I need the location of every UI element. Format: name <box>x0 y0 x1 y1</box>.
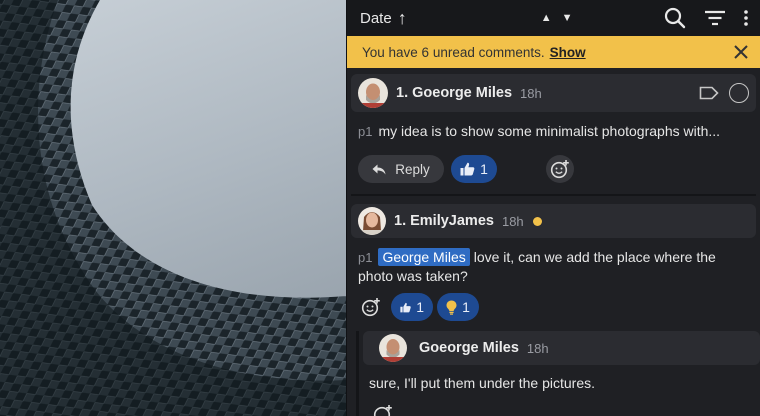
comment-time: 18h <box>520 85 542 101</box>
comment-actions <box>363 393 760 416</box>
page-tag: p1 <box>358 250 373 265</box>
comment-body: sure, I'll put them under the pictures. <box>363 365 760 393</box>
reaction-count: 1 <box>416 299 424 315</box>
close-icon[interactable] <box>734 45 748 59</box>
reply-label: Reply <box>395 161 430 177</box>
show-unread-link[interactable]: Show <box>550 45 586 60</box>
comment-time: 18h <box>501 213 524 229</box>
resolve-circle-button[interactable] <box>729 83 749 103</box>
add-emoji-icon <box>361 298 380 317</box>
sort-direction-icon: ↑ <box>397 7 407 28</box>
comment-thread: 1. Goeorge Miles 18h p1 my idea is to sho… <box>347 68 760 196</box>
reaction-count: 1 <box>480 161 488 177</box>
reaction-lightbulb[interactable]: 1 <box>437 293 479 321</box>
page-tag: p1 <box>358 124 373 139</box>
comment-header: 1. EmilyJames 18h <box>351 204 756 238</box>
comment-text: my idea is to show some minimalist photo… <box>378 123 721 139</box>
comment-text: sure, I'll put them under the pictures. <box>369 375 596 391</box>
banner-message: You have 6 unread comments. <box>362 44 545 60</box>
reaction-count: 1 <box>462 299 470 315</box>
comment-time: 18h <box>526 340 549 356</box>
comment-actions: Reply 1 <box>351 141 756 183</box>
avatar <box>358 207 386 235</box>
comment-author[interactable]: 1. Goeorge Miles <box>396 85 512 101</box>
sort-control[interactable]: Date ↑ <box>360 8 407 29</box>
add-reaction-button[interactable] <box>546 155 574 183</box>
sort-label: Date <box>360 9 392 27</box>
architecture-photo <box>0 0 346 416</box>
reply-arrow-icon <box>372 164 386 174</box>
comment-header: 1. Goeorge Miles 18h <box>351 74 756 112</box>
comment-body: p1 my idea is to show some minimalist pho… <box>351 112 756 141</box>
thumbs-up-icon <box>400 302 411 312</box>
comment-author[interactable]: 1. EmilyJames <box>394 213 494 229</box>
more-icon[interactable] <box>744 10 748 26</box>
add-emoji-icon <box>373 405 392 416</box>
arrow-down-icon[interactable]: ▼ <box>562 12 573 24</box>
filter-icon[interactable] <box>704 9 726 27</box>
building-facade-graphic <box>0 0 346 416</box>
avatar <box>358 78 388 108</box>
reply-button[interactable]: Reply <box>358 155 444 183</box>
avatar <box>379 334 407 362</box>
comment-body: p1 George Miles love it, can we add the pl… <box>351 238 756 286</box>
comment-thread: 1. EmilyJames 18h p1 George Miles love it,… <box>347 196 760 321</box>
unread-banner: You have 6 unread comments. Show <box>347 36 760 68</box>
reply-thread: Goeorge Miles 18h sure, I'll put them un… <box>356 331 760 416</box>
reaction-thumbs-up[interactable]: 1 <box>391 293 433 321</box>
add-reaction-button[interactable] <box>371 402 395 416</box>
arrow-up-icon[interactable]: ▲ <box>541 12 552 24</box>
lightbulb-icon <box>446 300 457 315</box>
add-reaction-button[interactable] <box>358 294 384 320</box>
label-tag-icon[interactable] <box>699 86 719 100</box>
comment-actions: 1 1 <box>351 286 756 321</box>
thumbs-up-icon <box>460 162 475 176</box>
reply-header: Goeorge Miles 18h <box>363 331 760 365</box>
unread-indicator <box>532 216 542 226</box>
user-mention[interactable]: George Miles <box>378 248 470 266</box>
add-emoji-icon <box>550 160 569 179</box>
reaction-thumbs-up[interactable]: 1 <box>451 155 497 183</box>
toolbar: Date ↑ ▲ ▼ <box>347 0 760 36</box>
search-icon[interactable] <box>664 7 686 29</box>
comment-author[interactable]: Goeorge Miles <box>419 340 519 356</box>
navigate-comments: ▲ ▼ <box>541 12 573 24</box>
comments-panel: Date ↑ ▲ ▼ You have 6 unread comments. S… <box>346 0 760 416</box>
